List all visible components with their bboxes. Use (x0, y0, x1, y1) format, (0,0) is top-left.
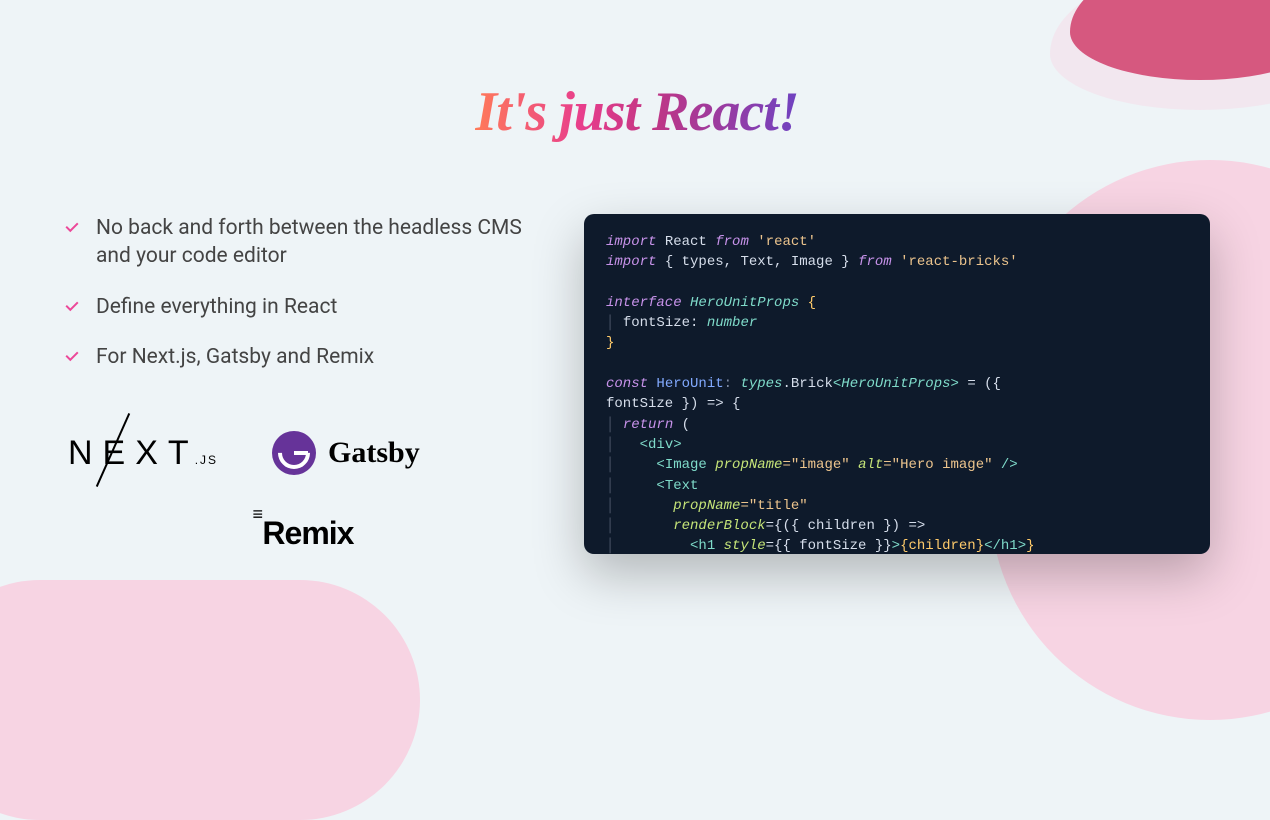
feature-list: No back and forth between the headless C… (64, 214, 544, 371)
code-snippet: import React from 'react' import { types… (584, 214, 1210, 554)
gatsby-logo: Gatsby (272, 431, 420, 475)
nextjs-text: NEXT (68, 434, 199, 472)
check-icon (64, 348, 82, 366)
framework-logos: NEXT.JS Gatsby Remix (64, 431, 544, 552)
page-title: It's just React! (64, 80, 1210, 144)
list-item: No back and forth between the headless C… (64, 214, 544, 271)
feature-text: For Next.js, Gatsby and Remix (96, 343, 374, 371)
gatsby-icon (272, 431, 316, 475)
nextjs-suffix: .JS (195, 453, 218, 467)
check-icon (64, 298, 82, 316)
remix-icon (255, 515, 263, 552)
gatsby-text: Gatsby (328, 436, 420, 470)
title-part1: It's just (475, 81, 652, 143)
check-icon (64, 219, 82, 237)
title-part2: React! (652, 81, 798, 143)
feature-text: Define everything in React (96, 293, 337, 321)
list-item: Define everything in React (64, 293, 544, 321)
remix-logo: Remix (255, 515, 354, 552)
feature-text: No back and forth between the headless C… (96, 214, 544, 271)
list-item: For Next.js, Gatsby and Remix (64, 343, 544, 371)
decorative-blob-bottom-left (0, 580, 420, 820)
nextjs-logo: NEXT.JS (64, 434, 222, 473)
remix-text: Remix (262, 515, 353, 551)
